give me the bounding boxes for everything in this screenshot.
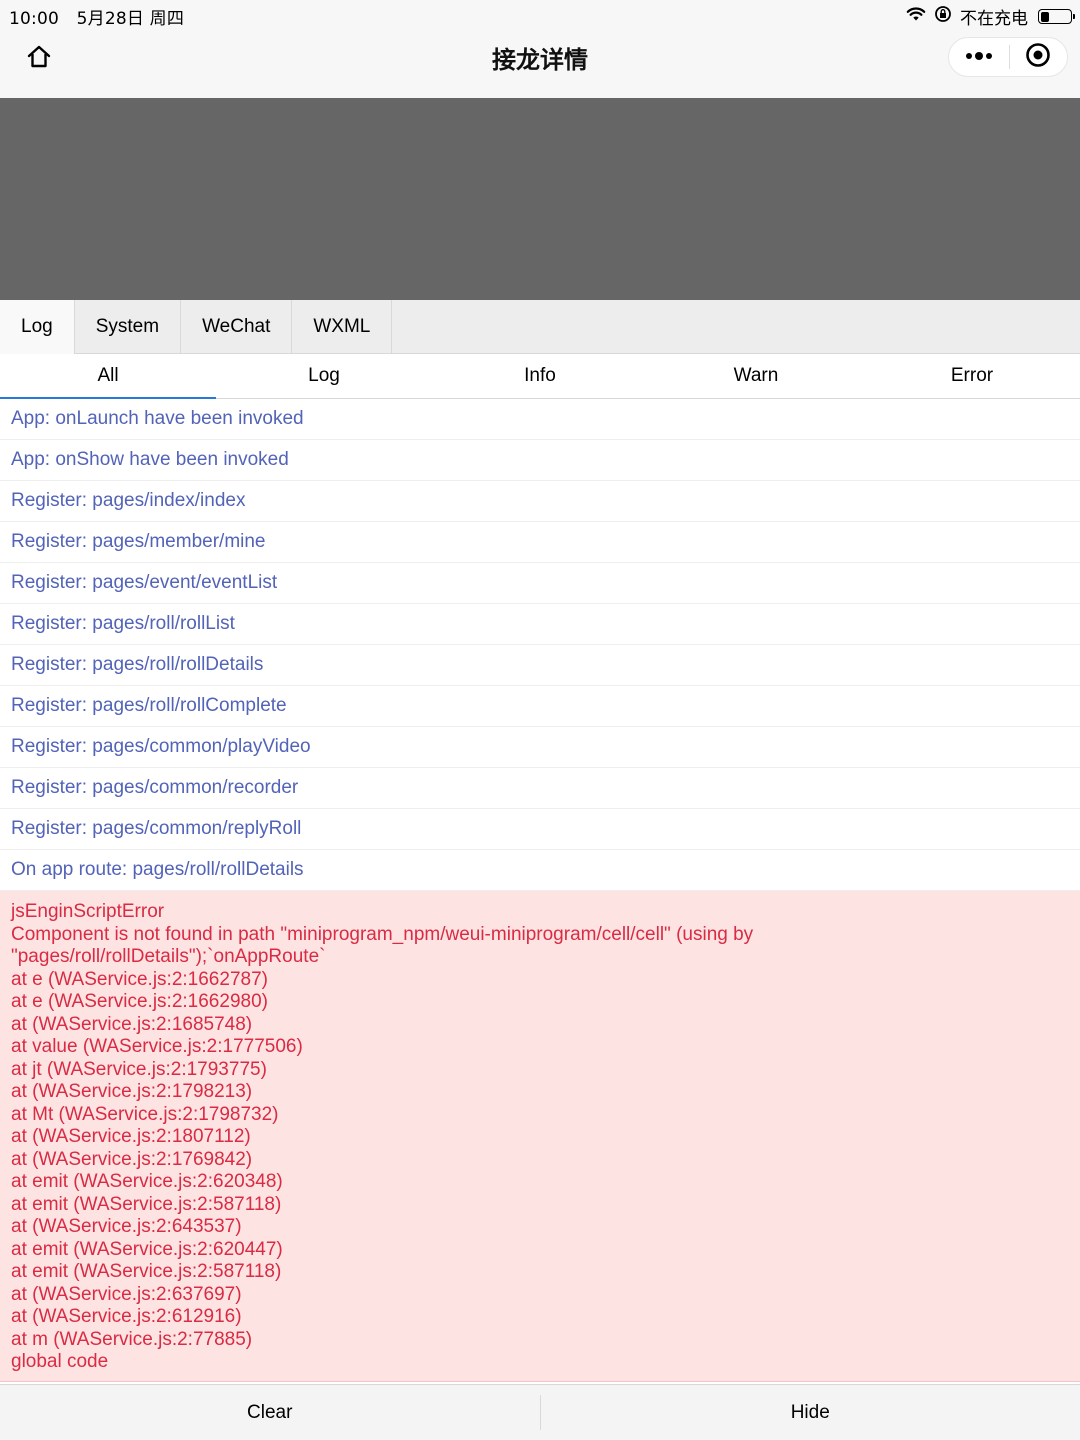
more-dots-icon: [965, 48, 993, 66]
subtab-log[interactable]: Log: [216, 354, 432, 398]
error-line: at (WAService.js:2:1685748): [11, 1013, 253, 1035]
subtab-warn[interactable]: Warn: [648, 354, 864, 398]
clear-button[interactable]: Clear: [0, 1385, 540, 1440]
vconsole-tabbar: Log System WeChat WXML: [0, 300, 1080, 354]
error-line: at e (WAService.js:2:1662980): [11, 991, 268, 1012]
error-line: jsEnginScriptError: [11, 901, 165, 922]
log-item: Register: pages/member/mine: [0, 522, 1080, 563]
tab-wxml[interactable]: WXML: [292, 300, 393, 354]
orientation-lock-icon: [934, 5, 952, 28]
vconsole-panel: Log System WeChat WXML All Log Info Warn…: [0, 300, 1080, 1440]
status-right: 不在充电: [906, 4, 1075, 29]
status-left: 10:00 5月28日 周四: [9, 4, 196, 29]
error-line: at emit (WAService.js:2:587118): [11, 1261, 282, 1282]
log-item: Register: pages/roll/rollComplete: [0, 686, 1080, 727]
error-log-item: jsEnginScriptError Component is not foun…: [0, 891, 1080, 1382]
close-target-icon: [1025, 42, 1051, 73]
menu-capsule: [948, 37, 1068, 77]
log-item: Register: pages/common/replyRoll: [0, 809, 1080, 850]
subtab-all[interactable]: All: [0, 354, 216, 399]
log-item: On app route: pages/roll/rollDetails: [0, 850, 1080, 891]
log-item: Register: pages/event/eventList: [0, 563, 1080, 604]
vconsole-toolbar: Clear Hide: [0, 1384, 1080, 1440]
log-item: App: onShow have been invoked: [0, 440, 1080, 481]
status-bar: 10:00 5月28日 周四 不在充电: [0, 0, 1080, 30]
log-item: Register: pages/roll/rollDetails: [0, 645, 1080, 686]
status-time: 10:00: [9, 9, 59, 29]
subtab-info[interactable]: Info: [432, 354, 648, 398]
error-line: at (WAService.js:2:637697): [11, 1283, 242, 1305]
error-line: at emit (WAService.js:2:620348): [11, 1171, 283, 1192]
vconsole-subtabs: All Log Info Warn Error: [0, 354, 1080, 399]
error-line: at (WAService.js:2:1769842): [11, 1148, 253, 1170]
status-date: 5月28日 周四: [76, 9, 185, 29]
error-line: at (WAService.js:2:1798213): [11, 1081, 253, 1102]
charging-status: 不在充电: [960, 9, 1028, 29]
log-item: Register: pages/roll/rollList: [0, 604, 1080, 645]
subtab-error[interactable]: Error: [864, 354, 1080, 398]
page-overlay[interactable]: [0, 98, 1080, 300]
error-line: at (WAService.js:2:612916): [11, 1306, 242, 1327]
error-line: at emit (WAService.js:2:587118): [11, 1193, 282, 1215]
log-item: Register: pages/common/recorder: [0, 768, 1080, 809]
log-item: Register: pages/index/index: [0, 481, 1080, 522]
error-line: at m (WAService.js:2:77885): [11, 1328, 253, 1350]
nav-bar: 接龙详情: [0, 30, 1080, 98]
log-list: App: onLaunch have been invoked App: onS…: [0, 399, 1080, 1382]
wifi-icon: [906, 6, 926, 27]
tab-log[interactable]: Log: [0, 300, 75, 354]
close-button[interactable]: [1009, 37, 1067, 77]
error-line: at emit (WAService.js:2:620447): [11, 1238, 283, 1260]
error-line: at jt (WAService.js:2:1793775): [11, 1058, 267, 1080]
error-line: at e (WAService.js:2:1662787): [11, 968, 268, 990]
battery-fill: [1040, 11, 1049, 22]
more-button[interactable]: [949, 37, 1009, 77]
log-item: Register: pages/common/playVideo: [0, 727, 1080, 768]
error-line: "pages/roll/rollDetails");`onAppRoute`: [11, 946, 326, 967]
error-line: Component is not found in path "miniprog…: [11, 923, 754, 945]
error-line: global code: [11, 1351, 109, 1372]
page-title: 接龙详情: [492, 46, 588, 74]
error-line: at value (WAService.js:2:1777506): [11, 1036, 303, 1057]
battery-icon: [1038, 9, 1075, 24]
error-line: at Mt (WAService.js:2:1798732): [11, 1103, 279, 1125]
error-line: at (WAService.js:2:643537): [11, 1216, 242, 1237]
tab-wechat[interactable]: WeChat: [181, 300, 293, 354]
error-line: at (WAService.js:2:1807112): [11, 1126, 251, 1147]
hide-button[interactable]: Hide: [541, 1385, 1080, 1440]
tab-system[interactable]: System: [75, 300, 182, 354]
log-item: App: onLaunch have been invoked: [0, 399, 1080, 440]
